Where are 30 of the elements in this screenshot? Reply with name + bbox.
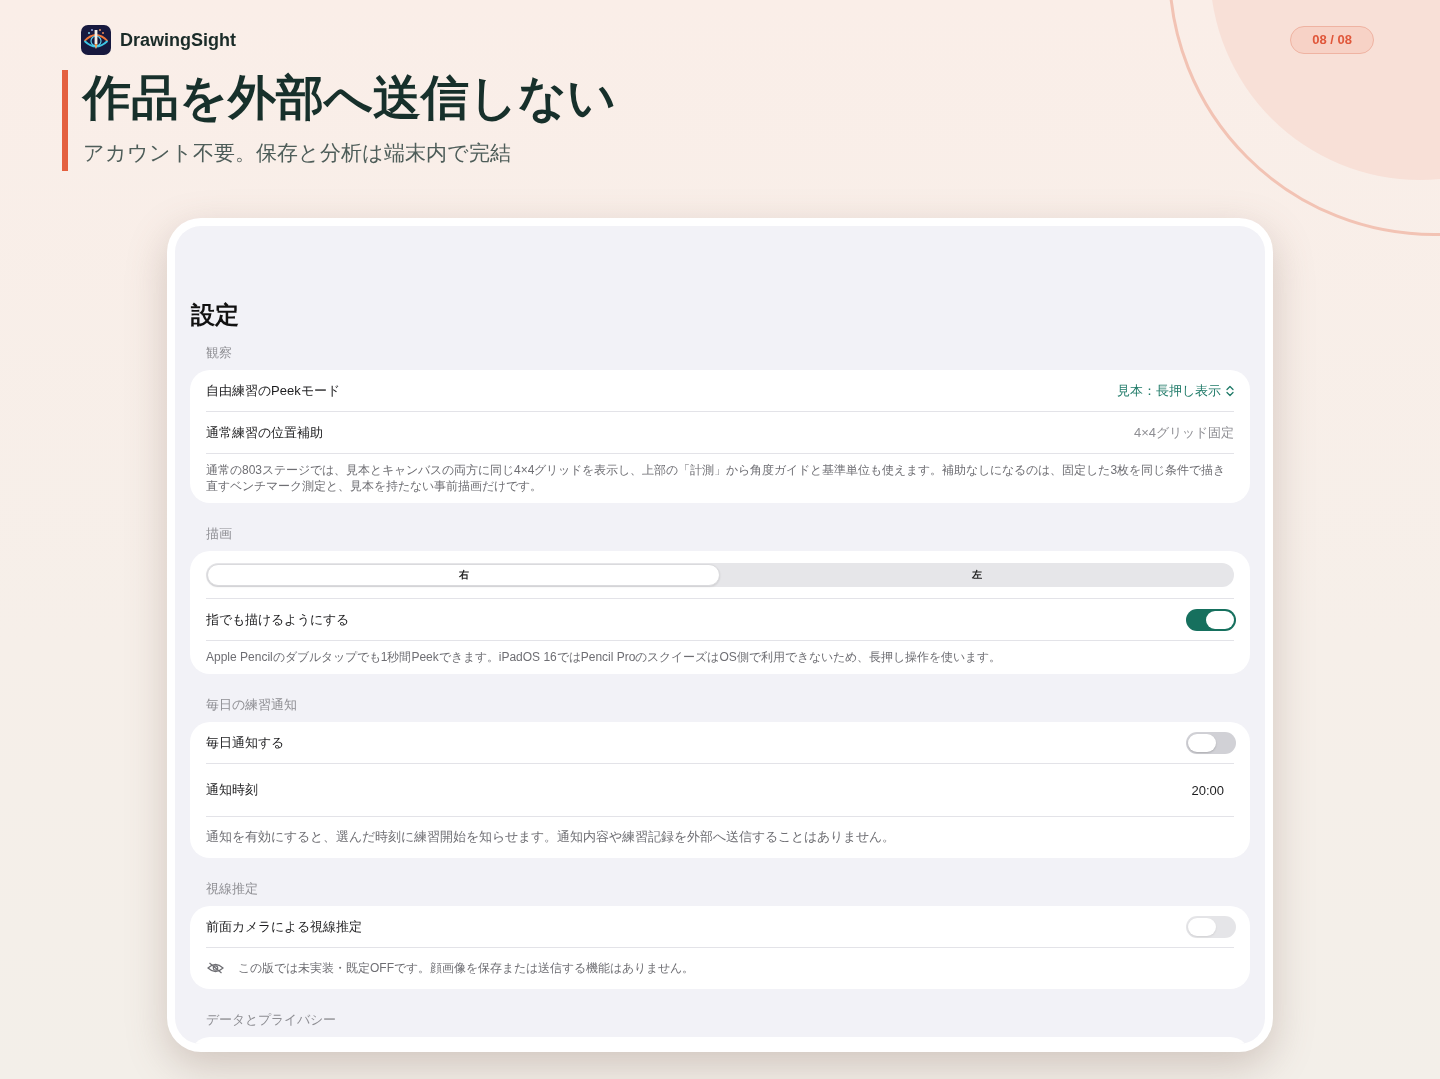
segment-tab[interactable]: 左 <box>720 563 1233 586</box>
headline-subtitle: アカウント不要。保存と分析は端末内で完結 <box>83 140 512 166</box>
section-header: 視線推定 <box>205 880 259 898</box>
footnote-text: Apple Pencilのダブルタップでも1秒間Peekできます。iPadOS 16ではPencil ProのスクイーズはOS側で利用できないため、長押し操作を使います。 <box>206 649 1002 666</box>
footnote-text: 通知を有効にすると、選んだ時刻に練習開始を知らせます。通知内容や練習記録を外部へ送信することはありません。 <box>206 828 896 846</box>
setting-label: 通常練習の位置補助 <box>206 423 323 442</box>
brand-name: DrawingSight <box>120 29 236 51</box>
setting-label: 指でも描けるようにする <box>206 610 349 629</box>
section-header: 描画 <box>205 525 233 543</box>
eye-slash-icon <box>207 962 224 974</box>
setting-label: 毎日通知する <box>206 733 284 752</box>
headline-title: 作品を外部へ送信しない <box>83 70 616 126</box>
footnote-text: この版では未実装・既定OFFです。顔画像を保存または送信する機能はありません。 <box>238 960 694 976</box>
footnote-text: 通常の803ステージでは、見本とキャンバスの両方に同じ4×4グリッドを表示し、上部の「計測」から角度ガイドと基準単位も使えます。補助なしになるのは、固定した3枚を同じ条件で描き直すベンチマーク測定と、見本を持たない事前描画だけです。 <box>206 462 1227 495</box>
section-header: 毎日の練習通知 <box>205 696 298 714</box>
setting-value: 4×4グリッド固定 <box>1133 423 1234 442</box>
toggle-switch[interactable] <box>1186 731 1236 754</box>
picker-button[interactable]: 見本：長押し表示 <box>1117 381 1234 400</box>
chevron-up-down-icon <box>1226 384 1234 397</box>
page-counter: 08 / 08 <box>1290 26 1374 54</box>
screen-title: 設定 <box>191 300 240 330</box>
segment-tab[interactable]: 右 <box>207 563 720 586</box>
time-picker[interactable]: 20:00 <box>1191 782 1224 798</box>
setting-label: 通知時刻 <box>206 781 258 799</box>
toggle-switch[interactable] <box>1186 608 1236 631</box>
setting-label: 自由練習のPeekモード <box>206 381 340 400</box>
section-header: 観察 <box>205 344 233 362</box>
section-header: データとプライバシー <box>205 1011 337 1029</box>
setting-label: 前面カメラによる視線推定 <box>206 917 362 936</box>
eye-pencil-logo-icon <box>81 25 111 55</box>
